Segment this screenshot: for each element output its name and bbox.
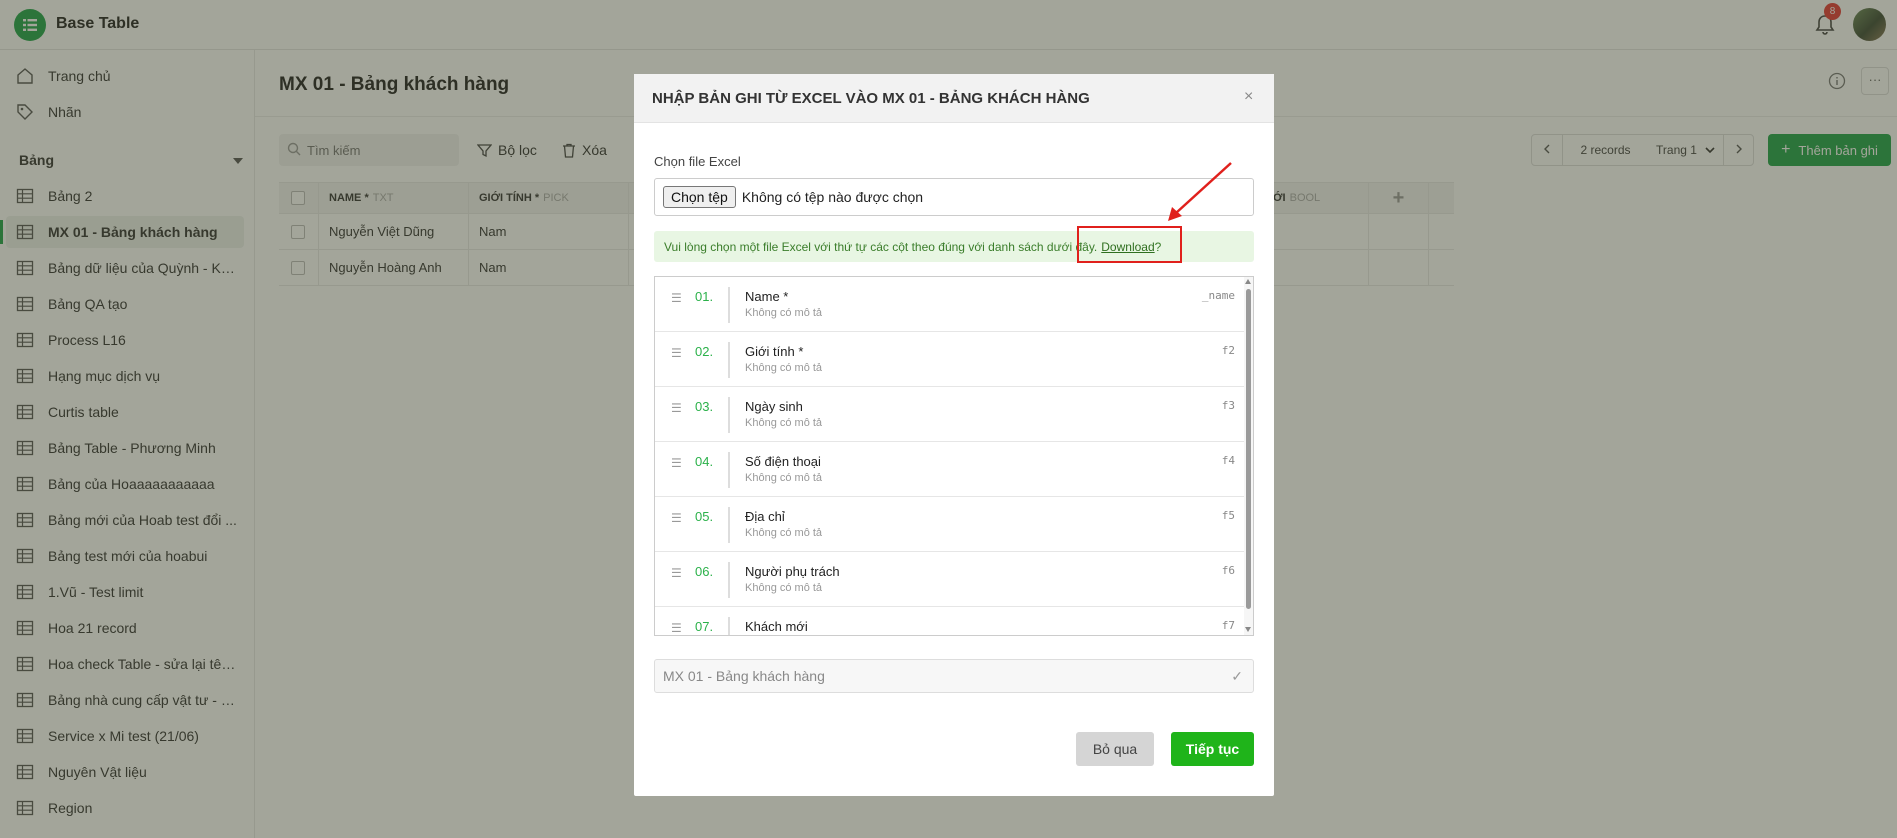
field-key: f6 — [1221, 564, 1235, 577]
file-field-label: Chọn file Excel — [654, 154, 741, 169]
field-order: 04. — [695, 454, 714, 469]
target-table-select[interactable]: MX 01 - Bảng khách hàng ✓ — [654, 659, 1254, 693]
field-name: Người phụ trách — [745, 564, 840, 579]
divider — [728, 287, 730, 323]
choose-file-button[interactable]: Chọn tệp — [663, 186, 736, 208]
divider — [728, 397, 730, 433]
field-list-item[interactable]: ☰ 06. Người phụ trách Không có mô tả f6 — [655, 552, 1245, 607]
field-name: Khách mới — [745, 619, 808, 634]
field-order: 01. — [695, 289, 714, 304]
drag-handle-icon[interactable]: ☰ — [671, 566, 682, 580]
field-key: f3 — [1221, 399, 1235, 412]
scroll-down-icon[interactable] — [1245, 627, 1251, 632]
field-name: Name * — [745, 289, 789, 304]
scroll-up-icon[interactable] — [1245, 279, 1251, 284]
field-key: _name — [1201, 289, 1235, 302]
target-table-value: MX 01 - Bảng khách hàng — [663, 668, 825, 684]
field-list-item[interactable]: ☰ 05. Địa chỉ Không có mô tả f5 — [655, 497, 1245, 552]
divider — [728, 562, 730, 598]
field-name: Địa chỉ — [745, 509, 785, 524]
field-list-item[interactable]: ☰ 03. Ngày sinh Không có mô tả f3 — [655, 387, 1245, 442]
divider — [728, 452, 730, 488]
drag-handle-icon[interactable]: ☰ — [671, 291, 682, 305]
file-status: Không có tệp nào được chọn — [741, 189, 924, 205]
field-name: Số điện thoại — [745, 454, 821, 469]
continue-button[interactable]: Tiếp tục — [1171, 732, 1254, 766]
field-order: 02. — [695, 344, 714, 359]
field-list-item[interactable]: ☰ 04. Số điện thoại Không có mô tả f4 — [655, 442, 1245, 497]
field-list-item[interactable]: ☰ 01. Name * Không có mô tả _name — [655, 277, 1245, 332]
field-description: Không có mô tả — [745, 362, 823, 374]
column-order-list: ☰ 01. Name * Không có mô tả _name ☰ 02. Giới tí… — [654, 276, 1254, 636]
file-input[interactable]: Chọn tệp Không có tệp nào được chọn — [654, 178, 1254, 216]
divider — [728, 617, 730, 635]
field-order: 07. — [695, 619, 714, 634]
field-order: 03. — [695, 399, 714, 414]
notice-text: Vui lòng chọn một file Excel với thứ tự … — [664, 239, 1098, 254]
drag-handle-icon[interactable]: ☰ — [671, 346, 682, 360]
field-order: 06. — [695, 564, 714, 579]
skip-button[interactable]: Bỏ qua — [1076, 732, 1154, 766]
modal-title: NHẬP BẢN GHI TỪ EXCEL VÀO MX 01 - BẢNG K… — [652, 90, 1090, 107]
close-icon[interactable]: × — [1244, 88, 1253, 106]
field-key: f5 — [1221, 509, 1235, 522]
field-description: Không có mô tả — [745, 472, 823, 484]
divider — [728, 507, 730, 543]
field-description: Không có mô tả — [745, 307, 823, 319]
field-list-item[interactable]: ☰ 02. Giới tính * Không có mô tả f2 — [655, 332, 1245, 387]
field-description: Không có mô tả — [745, 527, 823, 539]
field-key: f7 — [1221, 619, 1235, 632]
drag-handle-icon[interactable]: ☰ — [671, 621, 682, 635]
field-name: Ngày sinh — [745, 399, 803, 414]
divider — [728, 342, 730, 378]
drag-handle-icon[interactable]: ☰ — [671, 456, 682, 470]
drag-handle-icon[interactable]: ☰ — [671, 401, 682, 415]
field-key: f2 — [1221, 344, 1235, 357]
scrollbar-thumb[interactable] — [1246, 289, 1251, 609]
field-order: 05. — [695, 509, 714, 524]
field-list-item[interactable]: ☰ 07. Khách mới f7 — [655, 607, 1245, 635]
checkmark-icon: ✓ — [1231, 668, 1243, 684]
drag-handle-icon[interactable]: ☰ — [671, 511, 682, 525]
field-key: f4 — [1221, 454, 1235, 467]
highlight-box — [1077, 226, 1182, 263]
field-description: Không có mô tả — [745, 582, 823, 594]
modal-header: NHẬP BẢN GHI TỪ EXCEL VÀO MX 01 - BẢNG K… — [634, 74, 1274, 123]
field-description: Không có mô tả — [745, 417, 823, 429]
field-name: Giới tính * — [745, 344, 804, 359]
import-excel-modal: NHẬP BẢN GHI TỪ EXCEL VÀO MX 01 - BẢNG K… — [634, 74, 1274, 796]
